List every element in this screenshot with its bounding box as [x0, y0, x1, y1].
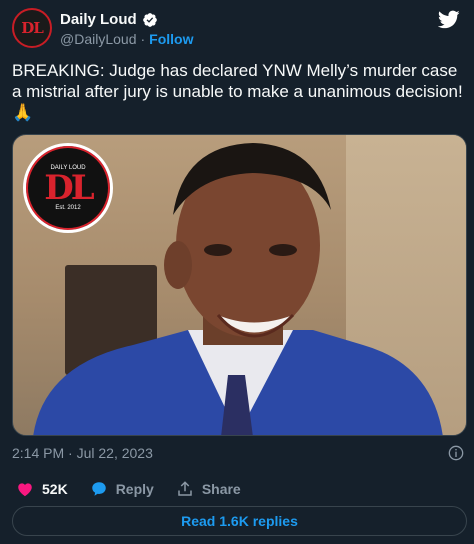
author-name[interactable]: Daily Loud [60, 11, 137, 28]
heart-icon [18, 483, 32, 497]
avatar-logo: DL [21, 19, 44, 37]
like-button[interactable]: 52K [16, 480, 68, 498]
tweet-text: BREAKING: Judge has declared YNW Melly’s… [12, 61, 463, 122]
tweet-photo[interactable]: DAILY LOUD DL Est. 2012 [12, 134, 467, 436]
twitter-bird-icon[interactable] [438, 8, 460, 30]
handle-row: @DailyLoud · Follow [60, 31, 193, 47]
reply-bubble-icon [91, 482, 106, 496]
read-replies-button[interactable]: Read 1.6K replies [12, 506, 467, 536]
timestamp-row: 2:14 PM · Jul 22, 2023 [12, 445, 464, 463]
author-name-row: Daily Loud [60, 11, 158, 28]
tweet-header: DL Daily Loud @DailyLoud · Follow [12, 8, 462, 50]
share-button[interactable]: Share [176, 480, 241, 498]
info-icon[interactable] [448, 445, 464, 461]
like-count: 52K [42, 481, 68, 497]
reply-label: Reply [115, 481, 154, 497]
daily-loud-logo-overlay: DAILY LOUD DL Est. 2012 [23, 143, 113, 233]
reply-button[interactable]: Reply [90, 480, 154, 498]
separator: · [140, 31, 146, 47]
avatar[interactable]: DL [12, 8, 52, 48]
logo-est: Est. 2012 [55, 205, 81, 211]
logo-letters: DL [44, 168, 94, 208]
share-icon [178, 481, 192, 496]
follow-button[interactable]: Follow [149, 31, 193, 47]
tweet-timestamp[interactable]: 2:14 PM · Jul 22, 2023 [12, 445, 153, 461]
share-label: Share [201, 481, 241, 497]
author-handle[interactable]: @DailyLoud [60, 31, 136, 47]
action-bar: 52K Reply Share [16, 480, 263, 498]
verified-badge-icon [142, 12, 157, 27]
